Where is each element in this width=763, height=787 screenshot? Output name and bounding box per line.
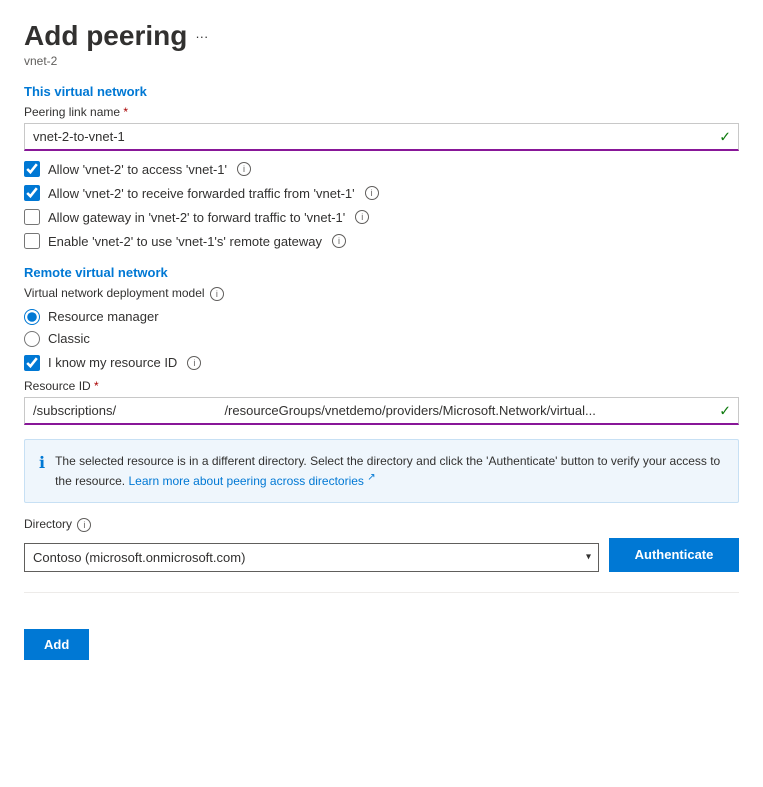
know-resource-id-checkbox[interactable] [24,355,40,371]
allow-forwarded-info-icon[interactable]: i [365,186,379,200]
bottom-bar: Add [24,592,739,660]
enable-remote-gateway-label: Enable 'vnet-2' to use 'vnet-1's' remote… [48,234,322,249]
peering-link-name-label: Peering link name * [24,105,739,119]
resource-id-label: Resource ID * [24,379,739,393]
this-virtual-network-label: This virtual network [24,84,739,99]
resource-id-required: * [94,379,99,393]
info-banner-icon: ℹ [39,453,45,473]
ellipsis-menu[interactable]: ··· [195,29,208,44]
info-banner: ℹ The selected resource is in a differen… [24,439,739,503]
radio-row-classic: Classic [24,331,739,347]
classic-label: Classic [48,331,90,346]
peering-link-name-input[interactable] [24,123,739,151]
checkbox-row-3: Allow gateway in 'vnet-2' to forward tra… [24,209,739,225]
checkbox-row-resource-id: I know my resource ID i [24,355,739,371]
allow-gateway-forward-label: Allow gateway in 'vnet-2' to forward tra… [48,210,345,225]
checkbox-row-2: Allow 'vnet-2' to receive forwarded traf… [24,185,739,201]
resource-id-wrapper: ✓ [24,397,739,425]
authenticate-button[interactable]: Authenticate [609,538,739,572]
allow-gateway-forward-checkbox[interactable] [24,209,40,225]
know-resource-id-info-icon[interactable]: i [187,356,201,370]
enable-remote-gateway-checkbox[interactable] [24,233,40,249]
allow-access-checkbox[interactable] [24,161,40,177]
remote-virtual-network-label: Remote virtual network [24,265,739,280]
directory-row: Contoso (microsoft.onmicrosoft.com) ▾ Au… [24,538,739,572]
add-button[interactable]: Add [24,629,89,660]
peering-link-name-wrapper: ✓ [24,123,739,151]
deployment-model-label: Virtual network deployment model i [24,286,739,301]
allow-access-info-icon[interactable]: i [237,162,251,176]
allow-forwarded-label: Allow 'vnet-2' to receive forwarded traf… [48,186,355,201]
peering-link-check-icon: ✓ [719,129,731,146]
know-resource-id-label: I know my resource ID [48,355,177,370]
resource-id-check-icon: ✓ [719,402,731,419]
allow-access-label: Allow 'vnet-2' to access 'vnet-1' [48,162,227,177]
peering-learn-more-link[interactable]: Learn more about peering across director… [128,474,375,488]
resource-manager-radio[interactable] [24,309,40,325]
checkbox-row-1: Allow 'vnet-2' to access 'vnet-1' i [24,161,739,177]
info-banner-text: The selected resource is in a different … [55,452,724,490]
allow-gateway-forward-info-icon[interactable]: i [355,210,369,224]
directory-select[interactable]: Contoso (microsoft.onmicrosoft.com) [24,543,599,572]
deployment-model-info-icon[interactable]: i [210,287,224,301]
page-subtitle: vnet-2 [24,54,739,68]
checkbox-row-4: Enable 'vnet-2' to use 'vnet-1's' remote… [24,233,739,249]
directory-info-icon[interactable]: i [77,518,91,532]
required-indicator: * [123,105,128,119]
enable-remote-gateway-info-icon[interactable]: i [332,234,346,248]
allow-forwarded-checkbox[interactable] [24,185,40,201]
resource-id-input[interactable] [24,397,739,425]
directory-select-wrapper: Contoso (microsoft.onmicrosoft.com) ▾ [24,543,599,572]
page-title: Add peering [24,20,187,52]
radio-row-resource-manager: Resource manager [24,309,739,325]
directory-label: Directory i [24,517,739,532]
resource-manager-label: Resource manager [48,309,159,324]
classic-radio[interactable] [24,331,40,347]
